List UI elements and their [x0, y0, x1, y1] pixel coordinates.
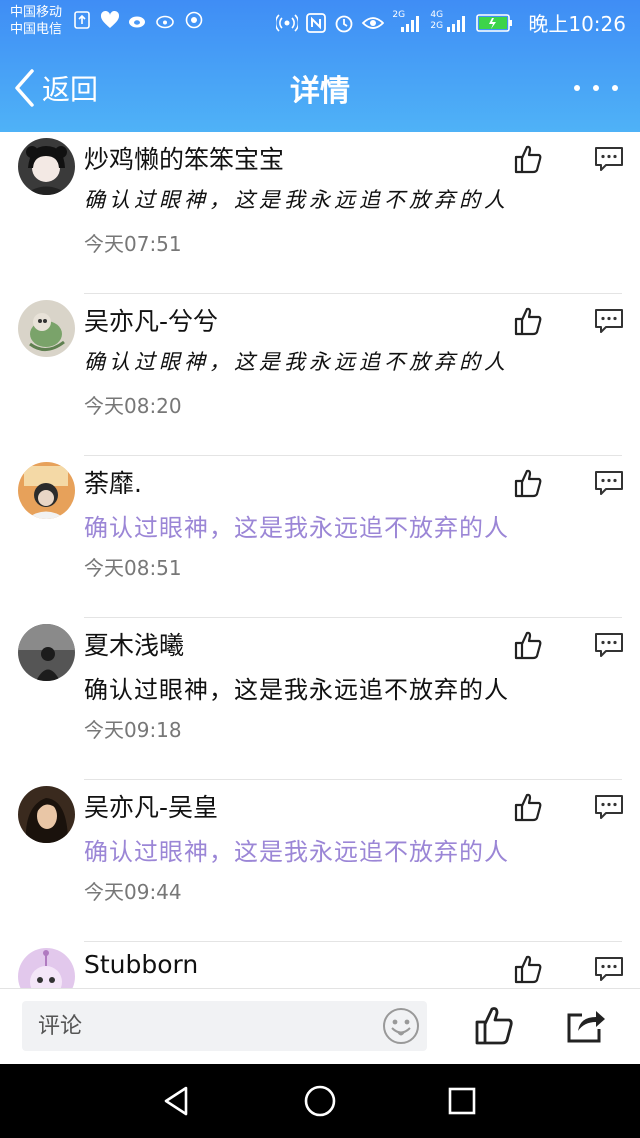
comment-item: 荼靡. 确认过眼神，这是我永远追不放弃的人 今天08:51 — [0, 456, 640, 618]
page-title: 详情 — [290, 74, 350, 109]
comment-bubble-icon[interactable] — [594, 632, 624, 658]
comment-item: 吴亦凡-兮兮 确认过眼神，这是我永远追不放弃的人 今天08:20 — [0, 294, 640, 456]
alarm-icon — [335, 15, 353, 32]
weibo-icon-2 — [156, 10, 176, 30]
avatar[interactable] — [18, 462, 75, 519]
carrier-labels: 中国移动 中国电信 — [10, 4, 62, 38]
comment-input[interactable] — [38, 1001, 358, 1051]
comment-item: 吴亦凡-吴皇 确认过眼神，这是我永远追不放弃的人 今天09:44 — [0, 780, 640, 942]
comment-bubble-icon[interactable] — [594, 146, 624, 172]
clock: 晚上10:26 — [528, 12, 626, 36]
comment-list[interactable]: 炒鸡懒的笨笨宝宝 确认过眼神，这是我永远追不放弃的人 今天07:51 吴亦凡-兮… — [0, 132, 640, 988]
bottom-action-bar — [0, 988, 640, 1065]
thumbs-up-icon[interactable] — [474, 1005, 514, 1045]
notification-icons — [72, 10, 204, 30]
comment-item: Stubborn — [0, 942, 640, 988]
commenter-name: Stubborn — [84, 950, 199, 979]
thumbs-up-icon[interactable] — [513, 630, 543, 660]
commenter-name: 吴亦凡-兮兮 — [84, 307, 219, 336]
avatar[interactable] — [18, 624, 75, 681]
signal-bars-icon-2 — [447, 15, 466, 32]
commenter-name: 荼靡. — [84, 469, 142, 498]
more-dot-icon — [574, 85, 580, 91]
more-dot-icon — [612, 85, 618, 91]
comment-text: 确认过眼神，这是我永远追不放弃的人 — [84, 514, 509, 542]
home-circle-icon[interactable] — [303, 1084, 337, 1118]
comment-item: 炒鸡懒的笨笨宝宝 确认过眼神，这是我永远追不放弃的人 今天07:51 — [0, 132, 640, 294]
thumbs-up-icon[interactable] — [513, 306, 543, 336]
hotspot-icon — [276, 13, 299, 32]
thumbs-up-icon[interactable] — [513, 792, 543, 822]
app-header: 中国移动 中国电信 2G 4G 2G 晚上10:26 返回 详情 — [0, 0, 640, 132]
commenter-name: 炒鸡懒的笨笨宝宝 — [84, 145, 285, 174]
comment-box — [22, 1001, 427, 1051]
status-bar: 中国移动 中国电信 2G 4G 2G 晚上10:26 — [0, 0, 640, 44]
comment-text: 确认过眼神，这是我永远追不放弃的人 — [84, 838, 509, 866]
net-type-c: 2G — [430, 20, 444, 31]
comment-bubble-icon[interactable] — [594, 308, 624, 334]
commenter-name: 夏木浅曦 — [84, 631, 185, 660]
avatar[interactable] — [18, 300, 75, 357]
comment-text: 确认过眼神，这是我永远追不放弃的人 — [84, 676, 509, 704]
comment-bubble-icon[interactable] — [594, 956, 624, 982]
comment-time: 今天09:44 — [84, 880, 182, 904]
comment-bubble-icon[interactable] — [594, 794, 624, 820]
comment-item: 夏木浅曦 确认过眼神，这是我永远追不放弃的人 今天09:18 — [0, 618, 640, 780]
net-type-b: 4G — [430, 9, 444, 20]
more-dot-icon — [593, 85, 599, 91]
comment-time: 今天08:20 — [84, 394, 182, 418]
avatar[interactable] — [18, 138, 75, 195]
weibo-icon — [128, 10, 148, 30]
recents-square-icon[interactable] — [445, 1084, 479, 1118]
thumbs-up-icon[interactable] — [513, 144, 543, 174]
battery-icon — [476, 13, 513, 32]
comment-time: 今天08:51 — [84, 556, 182, 580]
system-indicators: 2G 4G 2G 晚上10:26 — [276, 8, 626, 37]
comment-text: 确认过眼神，这是我永远追不放弃的人 — [84, 188, 509, 212]
nav-bar: 返回 详情 — [0, 44, 640, 132]
radio-icon — [184, 10, 204, 30]
upload-icon — [72, 10, 92, 30]
heartbeat-icon — [100, 10, 120, 30]
system-nav-bar — [0, 1064, 640, 1138]
thumbs-up-icon[interactable] — [513, 954, 543, 984]
avatar[interactable] — [18, 948, 75, 988]
comment-time: 今天09:18 — [84, 718, 182, 742]
back-triangle-icon[interactable] — [160, 1084, 194, 1118]
carrier-1: 中国移动 — [10, 5, 63, 20]
signal-2-group: 4G 2G — [430, 9, 468, 34]
thumbs-up-icon[interactable] — [513, 468, 543, 498]
share-icon[interactable] — [566, 1007, 606, 1043]
emoji-face-icon[interactable] — [382, 1007, 420, 1045]
commenter-name: 吴亦凡-吴皇 — [84, 793, 219, 822]
avatar[interactable] — [18, 786, 75, 843]
carrier-2: 中国电信 — [10, 22, 63, 37]
comment-text: 确认过眼神，这是我永远追不放弃的人 — [84, 350, 509, 374]
signal-bars-icon — [401, 15, 420, 32]
more-button[interactable] — [574, 74, 618, 102]
eye-icon — [362, 16, 385, 29]
signal-1-group: 2G — [392, 10, 422, 34]
comment-bubble-icon[interactable] — [594, 470, 624, 496]
nfc-icon — [306, 12, 327, 33]
comment-time: 今天07:51 — [84, 232, 182, 256]
